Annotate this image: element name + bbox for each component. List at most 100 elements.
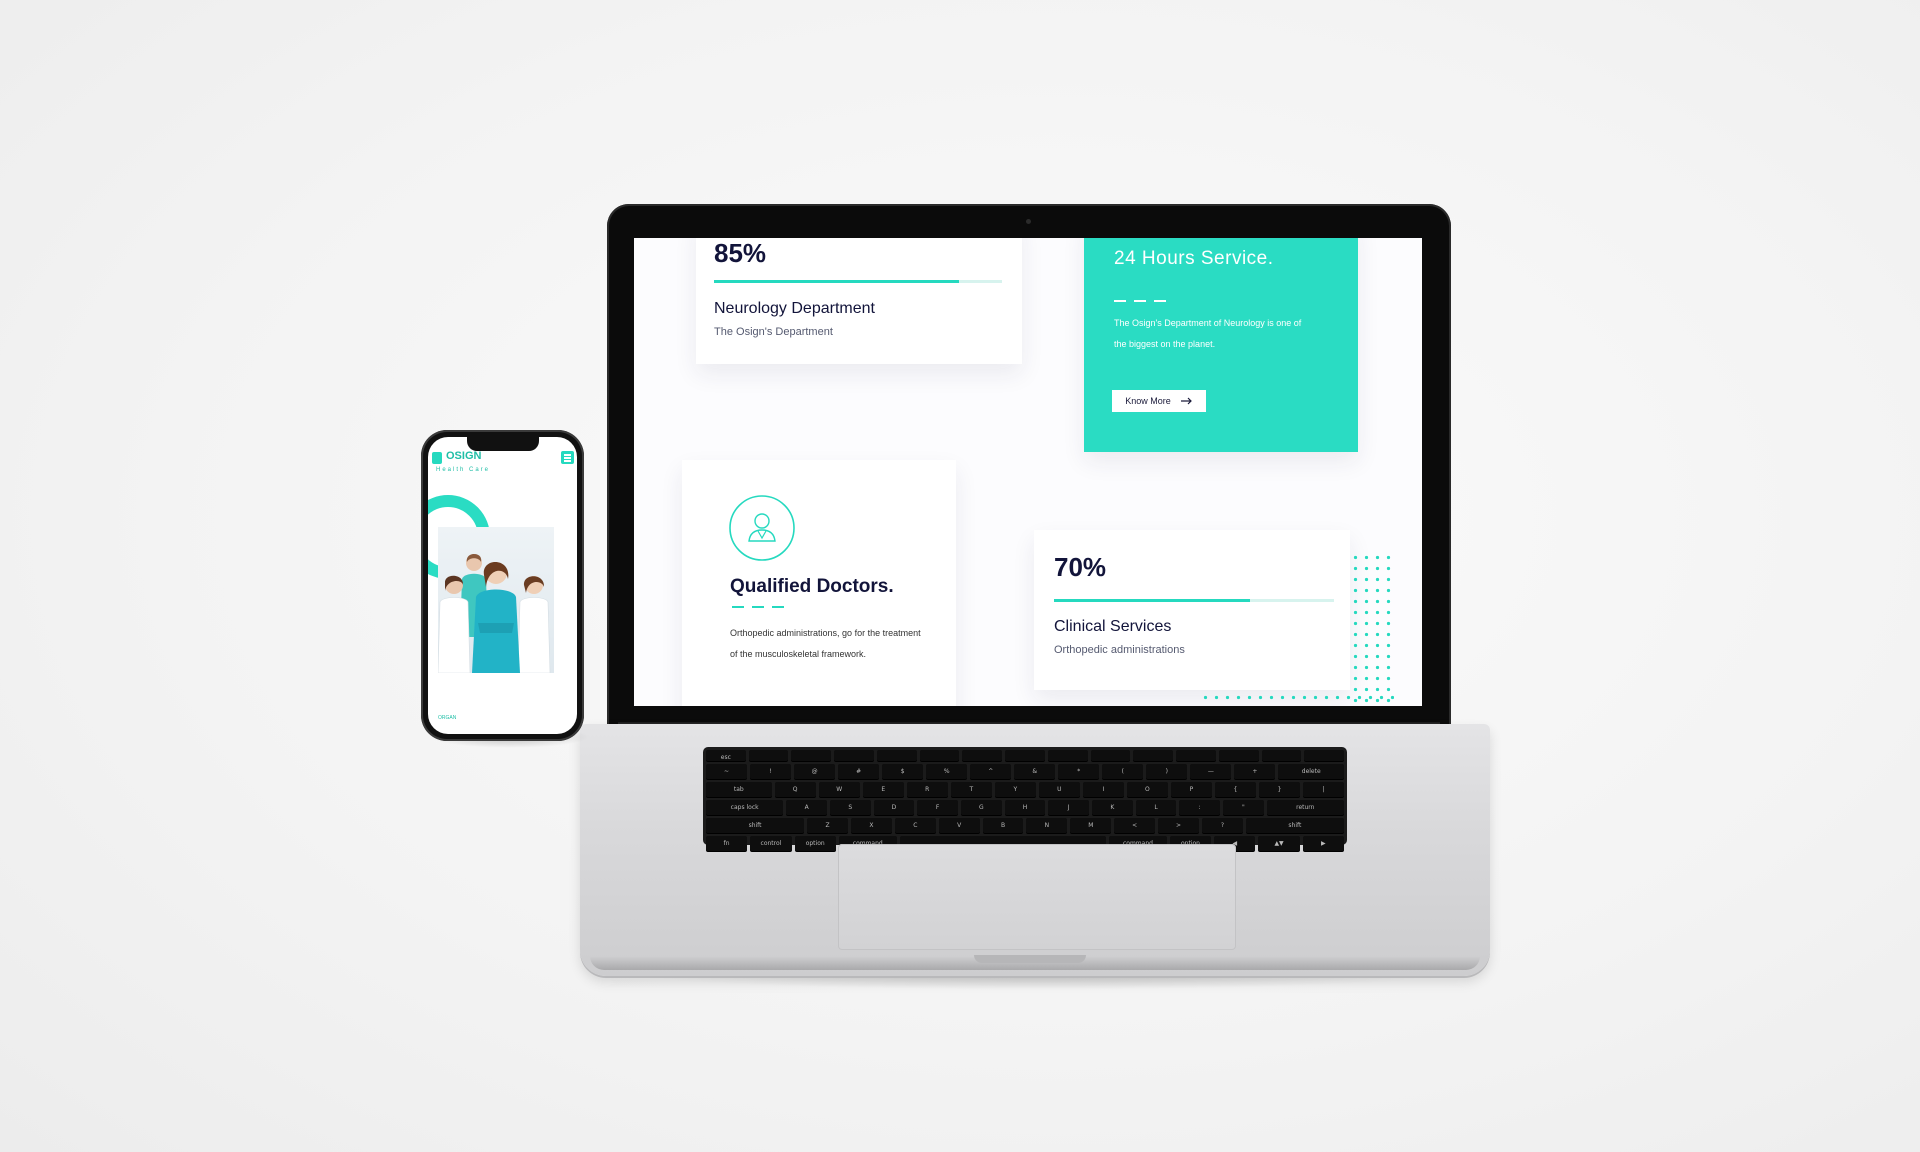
doctors-hero-image xyxy=(438,527,554,673)
keyboard-key[interactable]: F xyxy=(917,800,958,815)
keyboard-key[interactable]: * xyxy=(1058,764,1100,779)
keyboard-key[interactable] xyxy=(791,750,832,761)
keyboard-key[interactable]: ^ xyxy=(970,764,1012,779)
keyboard-key[interactable] xyxy=(834,750,874,761)
keyboard-key[interactable]: B xyxy=(982,818,1024,833)
doctors-body-line1: Orthopedic administrations, go for the t… xyxy=(730,628,921,638)
keyboard-key[interactable]: A xyxy=(786,800,827,815)
phone-brand: OSIGN xyxy=(446,450,482,462)
keyboard-key[interactable]: ) xyxy=(1146,764,1188,779)
dot-pattern-bottom xyxy=(1200,692,1394,706)
keyboard-key[interactable]: " xyxy=(1223,800,1264,815)
keyboard-key[interactable]: Z xyxy=(807,818,848,833)
keyboard-key[interactable]: fn xyxy=(706,836,748,851)
phone-screen: OSIGN Health Care ORGAN xyxy=(428,437,577,734)
keyboard-key[interactable]: : xyxy=(1179,800,1220,815)
camera-icon xyxy=(1026,219,1031,224)
keyboard-key[interactable]: W xyxy=(818,782,860,797)
keyboard-key[interactable]: shift xyxy=(1245,818,1344,833)
clinical-title: Clinical Services xyxy=(1054,618,1172,635)
keyboard-key[interactable]: R xyxy=(906,782,948,797)
keyboard-key[interactable]: K xyxy=(1091,800,1133,815)
laptop-screen: 85% Neurology Department The Osign's Dep… xyxy=(634,238,1422,706)
keyboard-key[interactable]: T xyxy=(950,782,992,797)
know-more-label: Know More xyxy=(1125,396,1171,406)
keyboard-key[interactable]: X xyxy=(850,818,892,833)
clinical-stat: 70% xyxy=(1054,552,1107,582)
keyboard-key[interactable]: shift xyxy=(706,818,805,833)
keyboard-key[interactable]: @ xyxy=(794,764,836,779)
keyboard-key[interactable]: ~ xyxy=(706,764,748,779)
dot-pattern xyxy=(1350,552,1394,706)
keyboard-key[interactable] xyxy=(748,750,789,761)
keyboard-key[interactable]: S xyxy=(829,800,871,815)
phone-tagline: Health Care xyxy=(436,467,491,473)
keyboard-key[interactable]: N xyxy=(1026,818,1068,833)
keyboard-row: ~! @ # $% ^ & *() — + delete xyxy=(706,764,1345,779)
keyboard-row: shift Z X C V B N M < >? shift xyxy=(706,818,1344,833)
keyboard-key[interactable]: E xyxy=(862,782,904,797)
keyboard-key[interactable] xyxy=(1261,750,1302,761)
keyboard-key[interactable]: control xyxy=(750,836,792,851)
keyboard-key[interactable]: J xyxy=(1048,800,1089,815)
keyboard-key[interactable]: — xyxy=(1190,764,1232,779)
keyboard-key[interactable]: ▶ xyxy=(1302,836,1344,851)
neurology-stat: 85% xyxy=(714,238,767,268)
keyboard-key[interactable] xyxy=(1218,750,1259,761)
trackpad[interactable] xyxy=(838,844,1236,950)
keyboard-key[interactable]: ▲▼ xyxy=(1258,836,1300,851)
keyboard-key[interactable] xyxy=(962,750,1003,761)
clinical-card: 70% Clinical Services Orthopedic adminis… xyxy=(1034,530,1350,690)
keyboard-key[interactable] xyxy=(1133,750,1174,761)
keyboard-key[interactable]: tab xyxy=(706,782,772,797)
keyboard-key[interactable]: I xyxy=(1082,782,1124,797)
neurology-subtitle: The Osign's Department xyxy=(714,326,833,338)
know-more-button[interactable]: Know More xyxy=(1112,390,1206,412)
keyboard-key[interactable]: O xyxy=(1126,782,1168,797)
keyboard-key[interactable]: ? xyxy=(1201,818,1243,833)
neurology-progress-bar xyxy=(714,280,1002,283)
keyboard-key[interactable]: G xyxy=(960,800,1002,815)
service-divider xyxy=(1114,300,1166,302)
keyboard-key[interactable]: H xyxy=(1004,800,1046,815)
keyboard-key[interactable]: C xyxy=(894,818,936,833)
keyboard-key[interactable] xyxy=(919,750,960,761)
keyboard-key[interactable]: } xyxy=(1258,782,1301,797)
arrow-right-icon xyxy=(1180,397,1192,405)
phone-notch xyxy=(467,437,539,451)
keyboard-key[interactable]: option xyxy=(794,836,836,851)
keyboard-key[interactable]: D xyxy=(873,800,915,815)
keyboard-key[interactable]: > xyxy=(1158,818,1199,833)
keyboard-key[interactable]: Y xyxy=(994,782,1036,797)
keyboard-key[interactable]: P xyxy=(1170,782,1212,797)
hamburger-menu-icon[interactable] xyxy=(561,451,574,464)
keyboard-key[interactable]: + xyxy=(1234,764,1276,779)
keyboard-key[interactable]: M xyxy=(1070,818,1112,833)
keyboard-key[interactable]: # xyxy=(838,764,880,779)
service-title: 24 Hours Service. xyxy=(1114,248,1274,269)
keyboard[interactable]: esc ~! @ # $% ^ & *() — + delete tab Q W E R T Y U I O P{} |… xyxy=(703,747,1347,851)
keyboard-key[interactable]: delete xyxy=(1278,764,1345,779)
keyboard-key[interactable]: U xyxy=(1038,782,1080,797)
keyboard-key[interactable]: < xyxy=(1114,818,1156,833)
keyboard-key[interactable] xyxy=(1047,750,1088,761)
keyboard-key[interactable]: | xyxy=(1303,782,1345,797)
keyboard-key[interactable]: & xyxy=(1014,764,1056,779)
keyboard-key[interactable] xyxy=(1304,750,1345,761)
keyboard-key[interactable]: V xyxy=(938,818,980,833)
service-body-line2: the biggest on the planet. xyxy=(1114,339,1216,349)
keyboard-key[interactable]: esc xyxy=(706,750,746,761)
keyboard-key[interactable]: Q xyxy=(774,782,816,797)
keyboard-key[interactable]: { xyxy=(1214,782,1256,797)
keyboard-key[interactable]: ( xyxy=(1102,764,1144,779)
keyboard-key[interactable] xyxy=(1090,750,1131,761)
keyboard-key[interactable]: $ xyxy=(882,764,924,779)
keyboard-key[interactable]: L xyxy=(1135,800,1177,815)
keyboard-key[interactable]: ! xyxy=(750,764,792,779)
keyboard-key[interactable] xyxy=(1176,750,1216,761)
keyboard-key[interactable]: return xyxy=(1266,800,1344,815)
keyboard-key[interactable]: % xyxy=(926,764,968,779)
keyboard-key[interactable] xyxy=(876,750,917,761)
keyboard-key[interactable] xyxy=(1005,750,1045,761)
keyboard-key[interactable]: caps lock xyxy=(706,800,784,815)
